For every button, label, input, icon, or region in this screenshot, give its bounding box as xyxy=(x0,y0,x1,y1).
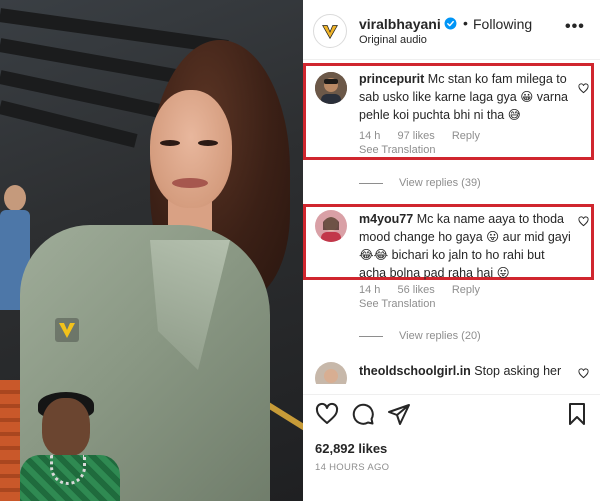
comment-age: 14 h xyxy=(359,130,381,142)
comment-body: princepurit Mc stan ko fam milega to sab… xyxy=(359,70,573,124)
following-button[interactable]: Following xyxy=(473,16,532,32)
comment-item: theoldschoolgirl.in Stop asking her xyxy=(303,362,600,384)
see-translation-link[interactable]: See Translation xyxy=(359,144,435,156)
brand-logo-icon xyxy=(319,20,341,42)
comment-body: m4you77 Mc ka name aaya to thoda mood ch… xyxy=(359,210,573,282)
user-avatar-icon xyxy=(315,210,347,242)
eye xyxy=(198,140,218,146)
post-timestamp: 14 HOURS AGO xyxy=(315,462,390,473)
audio-link[interactable]: Original audio xyxy=(359,34,427,46)
comment-likes[interactable]: 56 likes xyxy=(397,284,434,296)
reply-button[interactable]: Reply xyxy=(452,130,480,142)
comment-username[interactable]: theoldschoolgirl.in xyxy=(359,364,471,378)
background-person-head xyxy=(4,185,26,211)
user-avatar-icon xyxy=(315,72,347,104)
like-comment-heart-icon[interactable] xyxy=(578,368,589,379)
comment-likes[interactable]: 97 likes xyxy=(397,130,434,142)
comment-meta: 14 h 56 likes Reply xyxy=(359,284,494,296)
comment-avatar[interactable] xyxy=(315,210,347,242)
comment-body: theoldschoolgirl.in Stop asking her xyxy=(359,362,573,380)
replies-divider xyxy=(359,335,383,337)
comment-username[interactable]: m4you77 xyxy=(359,212,413,226)
account-username[interactable]: viralbhayani xyxy=(359,16,441,32)
more-options-button[interactable]: ••• xyxy=(565,18,585,36)
share-paper-plane-icon[interactable] xyxy=(387,402,411,426)
replies-divider xyxy=(359,182,383,184)
like-comment-heart-icon[interactable] xyxy=(578,216,589,227)
comment-age: 14 h xyxy=(359,284,381,296)
separator-dot: • xyxy=(463,15,468,31)
reply-button[interactable]: Reply xyxy=(452,284,480,296)
comment-text: Stop asking her xyxy=(474,364,562,378)
view-replies-label: View replies (20) xyxy=(399,330,481,342)
eye xyxy=(160,140,180,146)
post-sidebar: viralbhayani • Following Original audio … xyxy=(303,0,600,501)
comment-avatar[interactable] xyxy=(315,72,347,104)
post-likes-count[interactable]: 62,892 likes xyxy=(315,441,387,456)
view-replies-button[interactable]: View replies (20) xyxy=(359,330,481,342)
view-replies-button[interactable]: View replies (39) xyxy=(359,177,481,189)
post-media[interactable] xyxy=(0,0,303,501)
comment-username[interactable]: princepurit xyxy=(359,72,424,86)
like-comment-heart-icon[interactable] xyxy=(578,83,589,94)
post-header: viralbhayani • Following Original audio … xyxy=(303,0,600,60)
action-bar xyxy=(303,394,600,434)
user-avatar-icon xyxy=(315,362,347,384)
see-translation-link[interactable]: See Translation xyxy=(359,298,435,310)
view-replies-label: View replies (39) xyxy=(399,177,481,189)
comment-meta: 14 h 97 likes Reply xyxy=(359,130,494,142)
save-bookmark-icon[interactable] xyxy=(565,402,589,426)
boy-head xyxy=(42,398,90,456)
lips xyxy=(172,178,208,188)
verified-badge-icon xyxy=(444,17,457,30)
comment-bubble-icon[interactable] xyxy=(351,402,375,426)
woman-face xyxy=(150,90,232,208)
account-avatar[interactable] xyxy=(313,14,347,48)
like-heart-icon[interactable] xyxy=(315,402,339,426)
comment-avatar[interactable] xyxy=(315,362,347,384)
brand-logo-icon xyxy=(55,318,79,342)
